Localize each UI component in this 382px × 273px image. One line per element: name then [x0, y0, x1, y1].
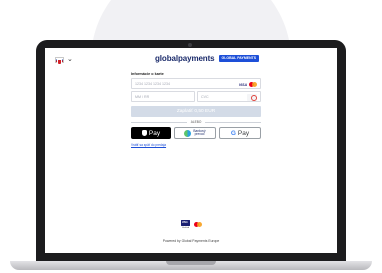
google-pay-label: Pay	[237, 129, 250, 137]
visa-secure-caption: Verified	[181, 227, 190, 229]
divider-label: ALEBO	[190, 120, 202, 124]
card-info-title: Informácie o karte	[131, 72, 164, 76]
camera-dot	[188, 43, 192, 47]
brand-badge: GLOBAL PAYMENTS	[218, 54, 260, 63]
apple-icon	[141, 130, 147, 136]
expiry-cvc-row: MM / RR CVC	[131, 91, 261, 102]
card-number-placeholder: 1234 1234 1234 1234	[135, 81, 170, 86]
google-pay-button[interactable]: G Pay	[219, 127, 261, 139]
google-g-icon: G	[230, 129, 236, 137]
slovak-flag-icon	[55, 56, 64, 65]
visa-icon: VISA	[238, 82, 247, 87]
divider-line-right	[205, 121, 262, 123]
bank-transfer-label: Bankový prevod	[193, 129, 205, 137]
card-number-field[interactable]: 1234 1234 1234 1234 VISA	[131, 78, 261, 89]
stage: ⌄ globalpayments GLOBAL PAYMENTS Informá…	[0, 0, 382, 273]
powered-by-text: Powered by Global Payments Europe	[162, 239, 220, 243]
card-brand-logos: VISA	[239, 82, 257, 87]
payment-form: Informácie o karte 1234 1234 1234 1234 V…	[131, 72, 262, 147]
bank-label-line2: prevod	[194, 132, 205, 136]
cvc-card-icon	[247, 94, 257, 101]
brand-logo: globalpayments	[155, 54, 215, 63]
expiry-field[interactable]: MM / RR	[131, 91, 195, 102]
security-logos: VISA Verified	[181, 220, 202, 229]
wallet-buttons: Pay Bankový prevod G Pay	[131, 127, 261, 139]
brand-header: globalpayments GLOBAL PAYMENTS	[155, 54, 260, 63]
visa-secure-logo: VISA Verified	[181, 220, 190, 229]
cvc-field[interactable]: CVC	[197, 91, 261, 102]
expiry-placeholder: MM / RR	[135, 94, 150, 99]
laptop-notch	[166, 261, 216, 265]
bank-transfer-button[interactable]: Bankový prevod	[174, 127, 216, 139]
chevron-down-icon: ⌄	[67, 56, 73, 63]
language-selector[interactable]: ⌄	[55, 56, 73, 65]
apple-pay-label: Pay	[148, 129, 161, 137]
back-to-merchant-link[interactable]: Vrátiť sa späť do predaja	[131, 143, 261, 147]
mastercard-icon	[249, 82, 257, 87]
or-divider: ALEBO	[131, 120, 262, 124]
pay-button[interactable]: Zaplatiť 0,50 EUR	[131, 106, 261, 117]
divider-line-left	[131, 121, 187, 123]
mastercard-idcheck-icon	[194, 222, 202, 227]
laptop-screen: ⌄ globalpayments GLOBAL PAYMENTS Informá…	[45, 48, 337, 253]
visa-secure-text: VISA	[182, 220, 188, 224]
apple-pay-button[interactable]: Pay	[131, 127, 171, 139]
visa-secure-icon: VISA	[181, 220, 190, 226]
bank-transfer-icon	[184, 129, 192, 137]
cvc-placeholder: CVC	[201, 94, 209, 99]
